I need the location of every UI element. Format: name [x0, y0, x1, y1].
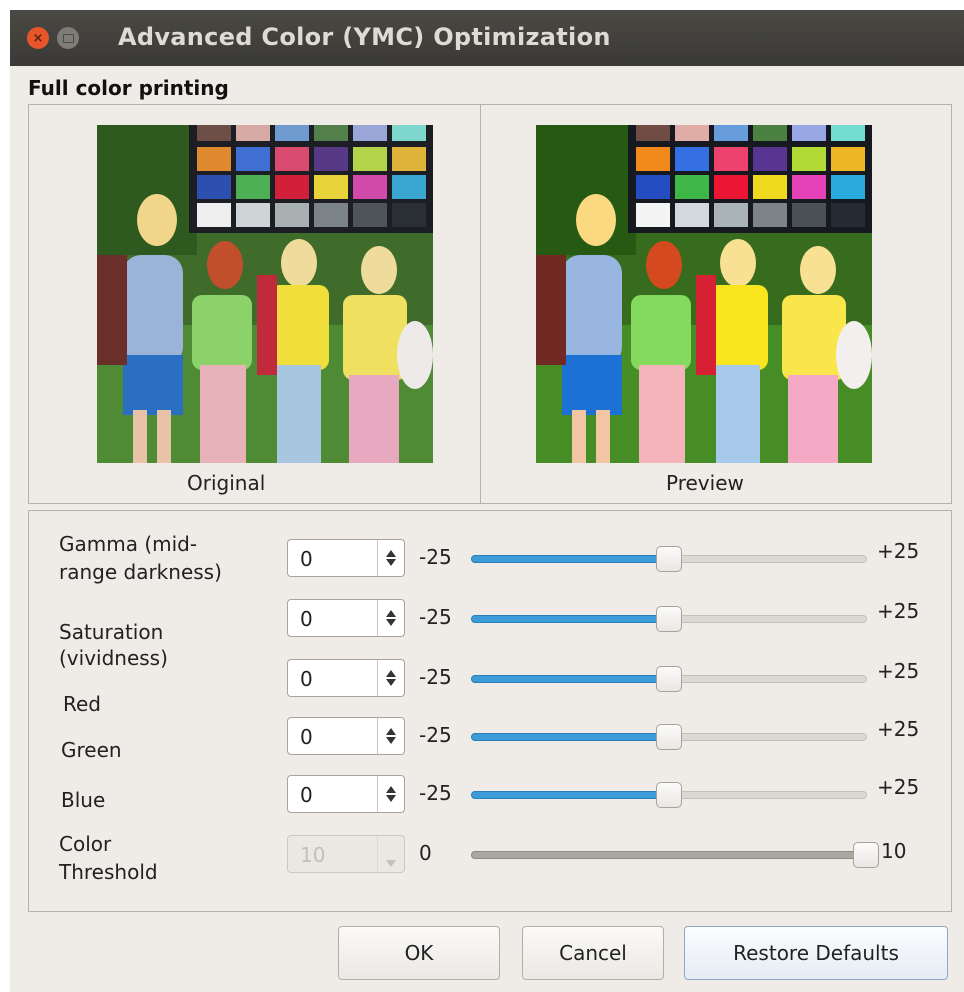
- blue-slider-fill: [471, 791, 669, 799]
- gamma-label-line-1: range darkness): [59, 560, 222, 584]
- section-label: Full color printing: [28, 76, 229, 100]
- green-spinbox[interactable]: 0: [287, 717, 405, 755]
- saturation-label-line-0: Saturation: [59, 620, 164, 644]
- gamma-min-label: -25: [419, 545, 452, 569]
- red-spinbox[interactable]: 0: [287, 659, 405, 697]
- red-slider-thumb[interactable]: [656, 666, 682, 692]
- saturation-label-line-1: (vividness): [59, 646, 168, 670]
- gamma-slider-thumb[interactable]: [656, 546, 682, 572]
- preview-caption: Preview: [666, 471, 744, 495]
- close-glyph: ×: [32, 30, 44, 46]
- red-min-label: -25: [419, 665, 452, 689]
- green-slider-thumb[interactable]: [656, 724, 682, 750]
- blue-value: 0: [300, 783, 313, 807]
- spin-down-icon[interactable]: [386, 559, 396, 566]
- color-threshold-spin-arrows[interactable]: [377, 836, 404, 872]
- red-value: 0: [300, 667, 313, 691]
- color-threshold-max-label: 10: [881, 839, 907, 863]
- color-threshold-label-line-1: Threshold: [59, 860, 158, 884]
- spin-down-icon[interactable]: [386, 795, 396, 802]
- color-threshold-value: 10: [300, 843, 326, 867]
- color-threshold-label-line-0: Color: [59, 832, 112, 856]
- blue-spin-arrows[interactable]: [377, 776, 404, 812]
- green-value: 0: [300, 725, 313, 749]
- gamma-max-label: +25: [877, 539, 920, 563]
- original-caption: Original: [187, 471, 266, 495]
- spin-up-icon[interactable]: [386, 610, 396, 617]
- cancel-button[interactable]: Cancel: [522, 926, 664, 980]
- pane-divider: [480, 105, 481, 503]
- window-title: Advanced Color (YMC) Optimization: [118, 23, 611, 51]
- saturation-slider-fill: [471, 615, 669, 623]
- blue-spinbox[interactable]: 0: [287, 775, 405, 813]
- maximize-icon[interactable]: [57, 27, 79, 49]
- original-image: [97, 125, 433, 463]
- green-max-label: +25: [877, 717, 920, 741]
- spin-up-icon[interactable]: [386, 550, 396, 557]
- saturation-min-label: -25: [419, 605, 452, 629]
- saturation-spin-arrows[interactable]: [377, 600, 404, 636]
- gamma-value: 0: [300, 547, 313, 571]
- preview-image: [536, 125, 872, 463]
- blue-slider-thumb[interactable]: [656, 782, 682, 808]
- red-slider-fill: [471, 675, 669, 683]
- color-threshold-spinbox: 10: [287, 835, 405, 873]
- saturation-spinbox[interactable]: 0: [287, 599, 405, 637]
- spin-up-icon[interactable]: [386, 728, 396, 735]
- spin-down-icon[interactable]: [386, 679, 396, 686]
- title-bar[interactable]: × Advanced Color (YMC) Optimization: [10, 10, 964, 66]
- close-icon[interactable]: ×: [27, 27, 49, 49]
- red-max-label: +25: [877, 659, 920, 683]
- green-label-line-0: Green: [61, 738, 122, 762]
- blue-label-line-0: Blue: [61, 788, 106, 812]
- adjustment-panel: Gamma (mid-range darkness) 0 -25 +25 Saturat…: [28, 510, 952, 912]
- blue-min-label: -25: [419, 781, 452, 805]
- gamma-spin-arrows[interactable]: [377, 540, 404, 576]
- saturation-max-label: +25: [877, 599, 920, 623]
- spin-down-icon[interactable]: [386, 737, 396, 744]
- preview-panel: Original Preview: [28, 104, 952, 504]
- color-threshold-min-label: 0: [419, 841, 432, 865]
- green-min-label: -25: [419, 723, 452, 747]
- restore-defaults-button[interactable]: Restore Defaults: [684, 926, 948, 980]
- color-threshold-slider-fill: [471, 851, 867, 859]
- green-spin-arrows[interactable]: [377, 718, 404, 754]
- spin-up-icon[interactable]: [386, 786, 396, 793]
- color-threshold-slider-thumb[interactable]: [853, 842, 879, 868]
- green-slider-fill: [471, 733, 669, 741]
- dialog-window: × Advanced Color (YMC) Optimization Full…: [10, 10, 964, 992]
- spin-up-icon[interactable]: [386, 670, 396, 677]
- red-spin-arrows[interactable]: [377, 660, 404, 696]
- red-label-line-0: Red: [63, 692, 101, 716]
- gamma-label-line-0: Gamma (mid-: [59, 532, 198, 556]
- ok-button[interactable]: OK: [338, 926, 500, 980]
- gamma-slider-fill: [471, 555, 669, 563]
- saturation-value: 0: [300, 607, 313, 631]
- gamma-spinbox[interactable]: 0: [287, 539, 405, 577]
- spin-down-icon[interactable]: [386, 859, 396, 867]
- saturation-slider-thumb[interactable]: [656, 606, 682, 632]
- spin-down-icon[interactable]: [386, 619, 396, 626]
- blue-max-label: +25: [877, 775, 920, 799]
